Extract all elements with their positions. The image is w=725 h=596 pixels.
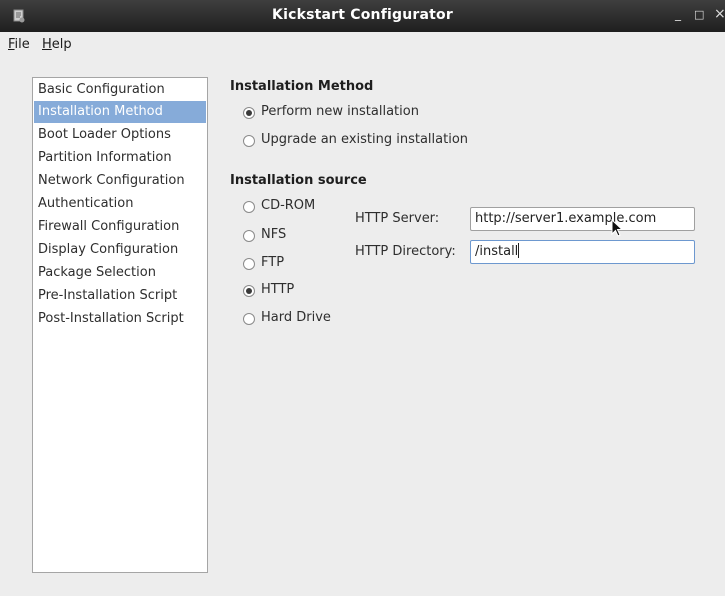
radio-label: HTTP bbox=[261, 282, 295, 297]
http-directory-label: HTTP Directory: bbox=[355, 244, 456, 259]
radio-indicator[interactable] bbox=[243, 107, 255, 119]
sidebar-item-package-selection[interactable]: Package Selection bbox=[34, 262, 206, 284]
sidebar-item-post-installation-script[interactable]: Post-Installation Script bbox=[34, 308, 206, 330]
radio-label: Upgrade an existing installation bbox=[261, 132, 469, 147]
sidebar-item-authentication[interactable]: Authentication bbox=[34, 193, 206, 215]
sidebar-list[interactable]: Basic Configuration Installation Method … bbox=[32, 77, 208, 573]
menu-help[interactable]: Help bbox=[42, 37, 72, 52]
title-bar[interactable]: Kickstart Configurator _ □ × bbox=[0, 0, 725, 32]
installation-method-heading: Installation Method bbox=[230, 79, 374, 94]
radio-label: Perform new installation bbox=[261, 104, 419, 119]
radio-indicator[interactable] bbox=[243, 313, 255, 325]
minimize-icon[interactable]: _ bbox=[675, 7, 681, 21]
menu-bar: File Help bbox=[0, 32, 725, 56]
menu-file[interactable]: File bbox=[8, 37, 30, 52]
sidebar-item-pre-installation-script[interactable]: Pre-Installation Script bbox=[34, 285, 206, 307]
radio-indicator[interactable] bbox=[243, 230, 255, 242]
sidebar-item-basic-configuration[interactable]: Basic Configuration bbox=[34, 79, 206, 101]
http-server-value: http://server1.example.com bbox=[475, 211, 657, 226]
text-caret bbox=[518, 243, 520, 258]
menu-file-label: ile bbox=[14, 37, 30, 52]
sidebar-item-display-configuration[interactable]: Display Configuration bbox=[34, 239, 206, 261]
sidebar-item-installation-method[interactable]: Installation Method bbox=[34, 101, 206, 123]
radio-indicator[interactable] bbox=[243, 201, 255, 213]
window-title: Kickstart Configurator bbox=[272, 7, 453, 23]
installation-source-heading: Installation source bbox=[230, 173, 367, 188]
radio-indicator[interactable] bbox=[243, 285, 255, 297]
radio-label: CD-ROM bbox=[261, 198, 316, 213]
http-server-label: HTTP Server: bbox=[355, 211, 440, 226]
sidebar-item-firewall-configuration[interactable]: Firewall Configuration bbox=[34, 216, 206, 238]
http-directory-input[interactable]: /install bbox=[470, 240, 695, 264]
radio-label: FTP bbox=[261, 255, 285, 270]
radio-label: Hard Drive bbox=[261, 310, 331, 325]
menu-help-accel: H bbox=[42, 37, 52, 52]
http-server-input[interactable]: http://server1.example.com bbox=[470, 207, 695, 231]
maximize-icon[interactable]: □ bbox=[694, 8, 704, 21]
menu-help-label: elp bbox=[51, 37, 72, 52]
radio-indicator[interactable] bbox=[243, 258, 255, 270]
http-directory-value: /install bbox=[475, 244, 519, 259]
close-icon[interactable]: × bbox=[714, 6, 725, 22]
sidebar-item-partition-information[interactable]: Partition Information bbox=[34, 147, 206, 169]
radio-label: NFS bbox=[261, 227, 287, 242]
mouse-pointer-icon bbox=[611, 219, 623, 237]
radio-indicator[interactable] bbox=[243, 135, 255, 147]
sidebar-item-network-configuration[interactable]: Network Configuration bbox=[34, 170, 206, 192]
sidebar-item-boot-loader-options[interactable]: Boot Loader Options bbox=[34, 124, 206, 146]
